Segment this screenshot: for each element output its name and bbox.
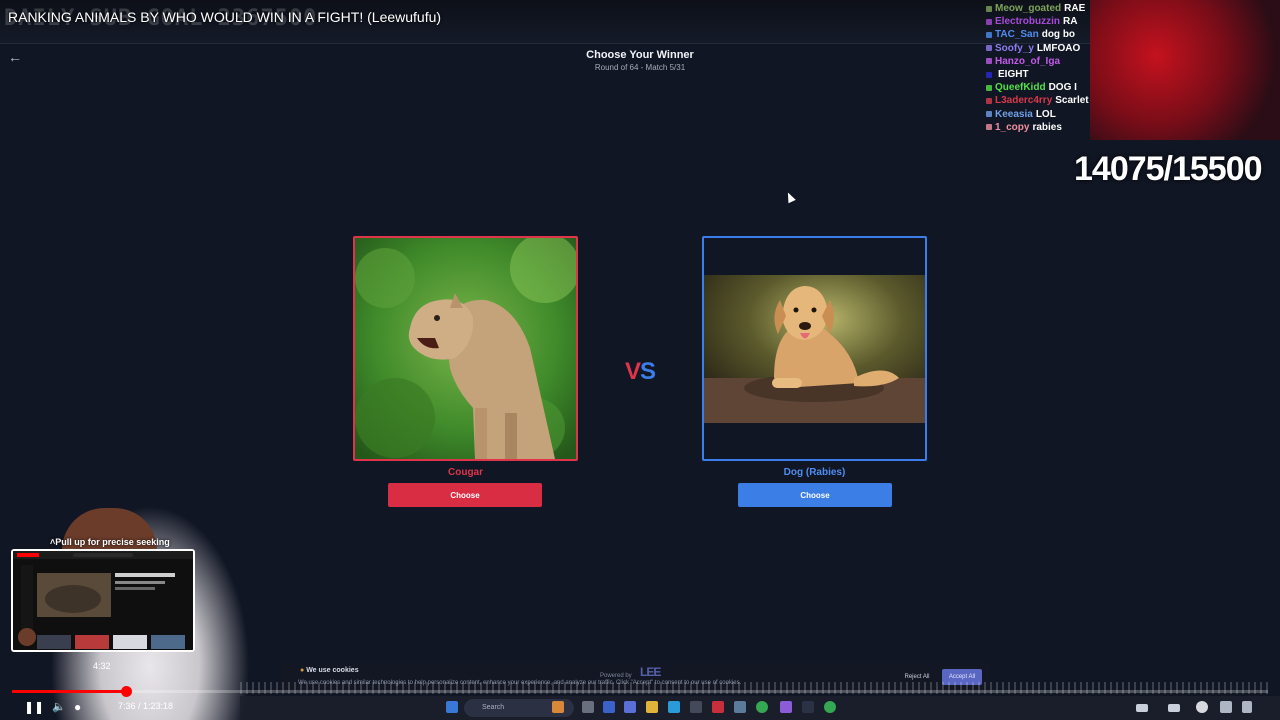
- chat-message: Keeasia LOL: [986, 108, 1090, 121]
- choose-dog-button[interactable]: Choose: [738, 483, 892, 507]
- chat-overlay: Meow_goated RAE Electrobuzzin RA TAC_San dog …: [986, 2, 1090, 136]
- chat-username[interactable]: Keeasia: [995, 108, 1033, 121]
- lee-logo: LEE: [640, 665, 661, 679]
- chat-badge-icon: [986, 32, 992, 38]
- chat-badge-icon: [986, 71, 992, 78]
- time-readout: 7:36 / 1:23:18: [118, 701, 174, 711]
- chat-text: Scarlet: [1055, 95, 1089, 107]
- chat-username[interactable]: Hanzo_of_Iga: [995, 55, 1060, 68]
- contender-card-cougar[interactable]: [353, 236, 578, 461]
- chrome-icon[interactable]: [756, 701, 768, 713]
- chat-text: DOG I: [1048, 82, 1077, 94]
- app-icon-1[interactable]: [603, 701, 615, 713]
- chat-username[interactable]: L3aderc4rry: [995, 94, 1052, 107]
- cookie-icon: ●: [300, 667, 305, 674]
- miniplayer-icon[interactable]: [1136, 704, 1148, 712]
- file-explorer-icon[interactable]: [646, 701, 658, 713]
- chat-text: LOL: [1035, 108, 1056, 120]
- sub-counter: 14075/15500: [1074, 150, 1263, 188]
- chat-badge-icon: [986, 124, 992, 131]
- cougar-image: [355, 238, 576, 459]
- contender-name-dog: Dog (Rabies): [783, 467, 846, 478]
- cast-icon[interactable]: [1220, 701, 1232, 713]
- app-icon-5[interactable]: [734, 701, 746, 713]
- settings-gear-icon[interactable]: [1196, 701, 1208, 713]
- vs-s: S: [640, 358, 656, 385]
- chrome-icon-2[interactable]: [824, 701, 836, 713]
- contender-card-dog[interactable]: [702, 236, 927, 461]
- chat-text: rabies: [1032, 121, 1062, 133]
- preview-image: [13, 551, 193, 650]
- chat-badge-icon: [986, 58, 992, 65]
- pause-icon[interactable]: ❚❚: [24, 699, 44, 715]
- chat-text: LMFOAO: [1036, 42, 1081, 54]
- seek-preview-thumbnail: [11, 549, 195, 652]
- widget-icon[interactable]: [552, 701, 564, 713]
- chat-username[interactable]: TAC_San: [995, 28, 1039, 41]
- chat-badge-icon: [986, 5, 992, 12]
- chat-badge-icon: [986, 111, 992, 118]
- app-icon-3[interactable]: [690, 701, 702, 713]
- chat-message: 1_copy rabies: [986, 121, 1090, 134]
- start-menu-icon[interactable]: [446, 701, 458, 713]
- edge-icon[interactable]: [668, 701, 680, 713]
- powered-by-label: Powered by: [600, 673, 632, 679]
- chat-username[interactable]: Electrobuzzin: [995, 15, 1060, 28]
- app-icon-7[interactable]: [802, 701, 814, 713]
- chat-message: Soofy_y LMFOAO: [986, 42, 1090, 55]
- chat-message: Electrobuzzin RA: [986, 15, 1090, 28]
- seek-hint: ˄Pull up for precise seeking: [50, 537, 170, 547]
- task-view-icon[interactable]: [582, 701, 594, 713]
- chat-badge-icon: [986, 18, 992, 25]
- chat-username[interactable]: QueefKidd: [995, 81, 1046, 94]
- chat-badge-icon: [986, 45, 992, 52]
- chat-badge-icon: [986, 98, 992, 105]
- dog-image: [704, 238, 925, 459]
- chat-message: QueefKidd DOG I: [986, 81, 1090, 94]
- chat-message: L3aderc4rry Scarlet: [986, 94, 1090, 107]
- seek-hint-text: Pull up for precise seeking: [55, 537, 170, 547]
- cookie-title: ● We use cookies: [300, 667, 359, 674]
- cookie-title-text: We use cookies: [306, 667, 359, 674]
- video-title[interactable]: RANKING ANIMALS BY WHO WOULD WIN IN A FI…: [8, 9, 441, 25]
- progress-fill: [12, 690, 126, 693]
- chat-username[interactable]: Soofy_y: [995, 42, 1034, 55]
- progress-scrubber[interactable]: [121, 686, 132, 697]
- chat-message: TAC_San dog bo: [986, 28, 1090, 41]
- chat-text: dog bo: [1041, 29, 1076, 41]
- chat-text: RAE: [1064, 3, 1086, 14]
- fullscreen-icon[interactable]: [1242, 701, 1252, 713]
- app-icon-4[interactable]: [712, 701, 724, 713]
- vs-label: VS: [620, 358, 660, 386]
- chat-message: Hanzo_of_Iga: [986, 55, 1090, 68]
- volume-icon[interactable]: 🔈: [52, 699, 66, 715]
- chat-username[interactable]: 1_copy: [995, 121, 1029, 134]
- app-icon-2[interactable]: [624, 701, 636, 713]
- contender-name-cougar: Cougar: [448, 467, 483, 478]
- volume-slider-knob-icon[interactable]: ●: [74, 699, 81, 715]
- chat-username[interactable]: Meow_goated: [995, 2, 1061, 15]
- chat-text: EIGHT: [998, 69, 1029, 81]
- vs-v: V: [624, 358, 641, 385]
- captions-icon[interactable]: [1168, 704, 1180, 712]
- chat-badge-icon: [986, 84, 992, 91]
- chat-message: Meow_goated RAE: [986, 2, 1090, 15]
- app-icon-6[interactable]: [780, 701, 792, 713]
- chat-message: EIGHT: [986, 68, 1090, 81]
- choose-cougar-button[interactable]: Choose: [388, 483, 542, 507]
- mouse-cursor-icon: [784, 190, 796, 204]
- progress-track[interactable]: [12, 690, 1268, 693]
- preview-time: 4:32: [93, 661, 111, 671]
- streamer-camera: [1090, 0, 1280, 140]
- chat-text: RA: [1063, 16, 1078, 28]
